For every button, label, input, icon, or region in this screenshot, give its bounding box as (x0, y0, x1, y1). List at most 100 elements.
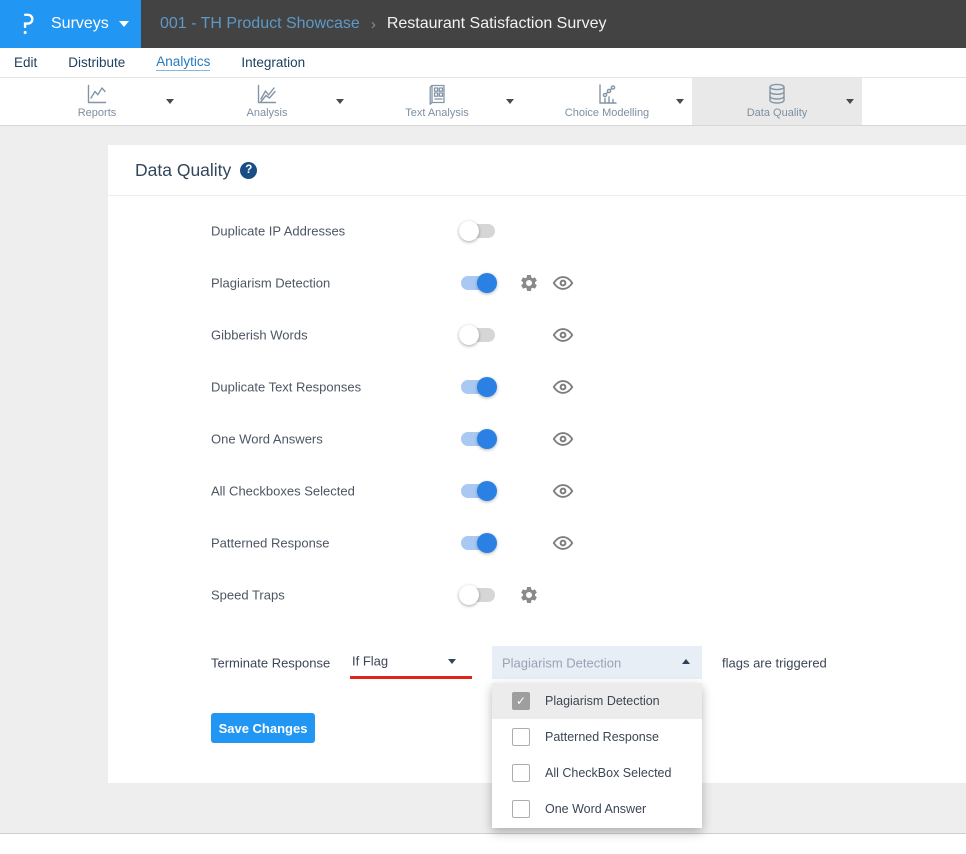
all-checkboxes-selected-toggle[interactable] (461, 481, 497, 501)
questionpro-logo-icon (17, 12, 38, 37)
top-header-bar: Surveys 001 - TH Product Showcase › Rest… (0, 0, 966, 48)
save-changes-button[interactable]: Save Changes (211, 713, 315, 743)
toolbar-tab-label: Choice Modelling (522, 107, 692, 119)
survey-nav: Edit Distribute Analytics Integration (0, 48, 966, 78)
analysis-chart-icon (255, 82, 279, 106)
if-flag-select[interactable]: If Flag (350, 646, 472, 679)
surveys-menu[interactable]: Surveys (0, 0, 141, 48)
eye-icon[interactable] (552, 272, 574, 294)
terminate-response-label: Terminate Response (211, 656, 330, 671)
toggle-knob (477, 273, 497, 293)
nav-item-edit[interactable]: Edit (14, 55, 37, 70)
checkbox-icon[interactable] (512, 800, 530, 818)
flags-suffix-text: flags are triggered (722, 656, 827, 671)
dropdown-option-one-word-answer[interactable]: One Word Answer (492, 791, 702, 827)
checkbox-icon[interactable] (512, 764, 530, 782)
help-icon[interactable]: ? (240, 162, 257, 179)
toolbar-tab-choice-modelling[interactable]: Choice Modelling (522, 78, 692, 125)
footer-divider (0, 833, 966, 834)
toggle-knob (459, 585, 479, 605)
setting-label: Patterned Response (211, 536, 330, 551)
toolbar-tab-analysis[interactable]: Analysis (182, 78, 352, 125)
patterned-response-toggle[interactable] (461, 533, 497, 553)
dropdown-option-all-checkbox-selected[interactable]: All CheckBox Selected (492, 755, 702, 791)
toggle-knob (459, 221, 479, 241)
chevron-down-icon[interactable] (166, 99, 174, 104)
analytics-toolbar: ReportsAnalysisText AnalysisChoice Model… (0, 78, 966, 126)
surveys-menu-label: Surveys (51, 15, 109, 33)
chevron-down-icon[interactable] (506, 99, 514, 104)
page-title: Data Quality (135, 160, 231, 181)
setting-label: One Word Answers (211, 432, 323, 447)
setting-row-patterned-response: Patterned Response (108, 517, 966, 569)
toolbar-tab-label: Data Quality (692, 107, 862, 119)
setting-row-one-word-answers: One Word Answers (108, 413, 966, 465)
setting-row-all-checkboxes-selected: All Checkboxes Selected (108, 465, 966, 517)
eye-icon[interactable] (552, 324, 574, 346)
chevron-down-icon[interactable] (846, 99, 854, 104)
checkbox-icon[interactable]: ✓ (512, 692, 530, 710)
chevron-up-icon (682, 659, 690, 664)
terminate-response-row: Terminate Response If Flag Plagiarism De… (108, 646, 966, 680)
flags-select-value: Plagiarism Detection (502, 655, 621, 670)
page-body: Data Quality ? Duplicate IP Addresses Pla… (0, 126, 966, 833)
chevron-down-icon (448, 659, 456, 664)
text-analysis-icon (425, 82, 449, 106)
dropdown-option-label: One Word Answer (545, 802, 646, 816)
setting-row-duplicate-ip-addresses: Duplicate IP Addresses (108, 205, 966, 257)
gear-icon[interactable] (519, 585, 539, 605)
gibberish-words-toggle[interactable] (461, 325, 497, 345)
gear-icon[interactable] (519, 273, 539, 293)
setting-label: Duplicate Text Responses (211, 380, 361, 395)
dropdown-option-patterned-response[interactable]: Patterned Response (492, 719, 702, 755)
data-quality-icon (765, 82, 789, 106)
setting-label: Speed Traps (211, 588, 285, 603)
nav-item-integration[interactable]: Integration (241, 55, 305, 70)
breadcrumb-current-survey: Restaurant Satisfaction Survey (387, 15, 607, 33)
if-flag-value: If Flag (352, 654, 388, 669)
dropdown-option-plagiarism-detection[interactable]: ✓ Plagiarism Detection (492, 683, 702, 719)
choice-modelling-icon (595, 82, 619, 106)
eye-icon[interactable] (552, 532, 574, 554)
breadcrumb: 001 - TH Product Showcase › Restaurant S… (160, 0, 606, 48)
toolbar-tab-label: Analysis (182, 107, 352, 119)
eye-icon[interactable] (552, 428, 574, 450)
toggle-knob (477, 377, 497, 397)
setting-label: Gibberish Words (211, 328, 308, 343)
eye-icon[interactable] (552, 480, 574, 502)
one-word-answers-toggle[interactable] (461, 429, 497, 449)
nav-item-analytics[interactable]: Analytics (156, 54, 210, 71)
flags-select[interactable]: Plagiarism Detection (492, 646, 702, 679)
chevron-down-icon[interactable] (676, 99, 684, 104)
eye-icon[interactable] (552, 376, 574, 398)
toolbar-tab-text-analysis[interactable]: Text Analysis (352, 78, 522, 125)
speed-traps-toggle[interactable] (461, 585, 497, 605)
setting-row-duplicate-text-responses: Duplicate Text Responses (108, 361, 966, 413)
toggle-knob (477, 533, 497, 553)
setting-label: Duplicate IP Addresses (211, 224, 345, 239)
toolbar-tab-label: Text Analysis (352, 107, 522, 119)
setting-row-speed-traps: Speed Traps (108, 569, 966, 621)
plagiarism-detection-toggle[interactable] (461, 273, 497, 293)
card-title-row: Data Quality ? (108, 145, 966, 196)
nav-item-distribute[interactable]: Distribute (68, 55, 125, 70)
settings-list: Duplicate IP Addresses Plagiarism Detecti… (108, 205, 966, 621)
toolbar-tab-data-quality[interactable]: Data Quality (692, 78, 862, 125)
checkbox-icon[interactable] (512, 728, 530, 746)
flags-dropdown-panel: ✓ Plagiarism Detection Patterned Response A… (492, 683, 702, 828)
setting-row-plagiarism-detection: Plagiarism Detection (108, 257, 966, 309)
toolbar-tab-reports[interactable]: Reports (12, 78, 182, 125)
chevron-down-icon[interactable] (336, 99, 344, 104)
chevron-down-icon (119, 21, 129, 27)
reports-chart-icon (85, 82, 109, 106)
breadcrumb-folder-link[interactable]: 001 - TH Product Showcase (160, 15, 360, 33)
toggle-knob (459, 325, 479, 345)
app-screen: Surveys 001 - TH Product Showcase › Rest… (0, 0, 966, 854)
breadcrumb-separator: › (371, 16, 376, 33)
duplicate-text-responses-toggle[interactable] (461, 377, 497, 397)
setting-row-gibberish-words: Gibberish Words (108, 309, 966, 361)
dropdown-option-label: All CheckBox Selected (545, 766, 671, 780)
dropdown-option-label: Plagiarism Detection (545, 694, 660, 708)
duplicate-ip-addresses-toggle[interactable] (461, 221, 497, 241)
setting-label: Plagiarism Detection (211, 276, 330, 291)
